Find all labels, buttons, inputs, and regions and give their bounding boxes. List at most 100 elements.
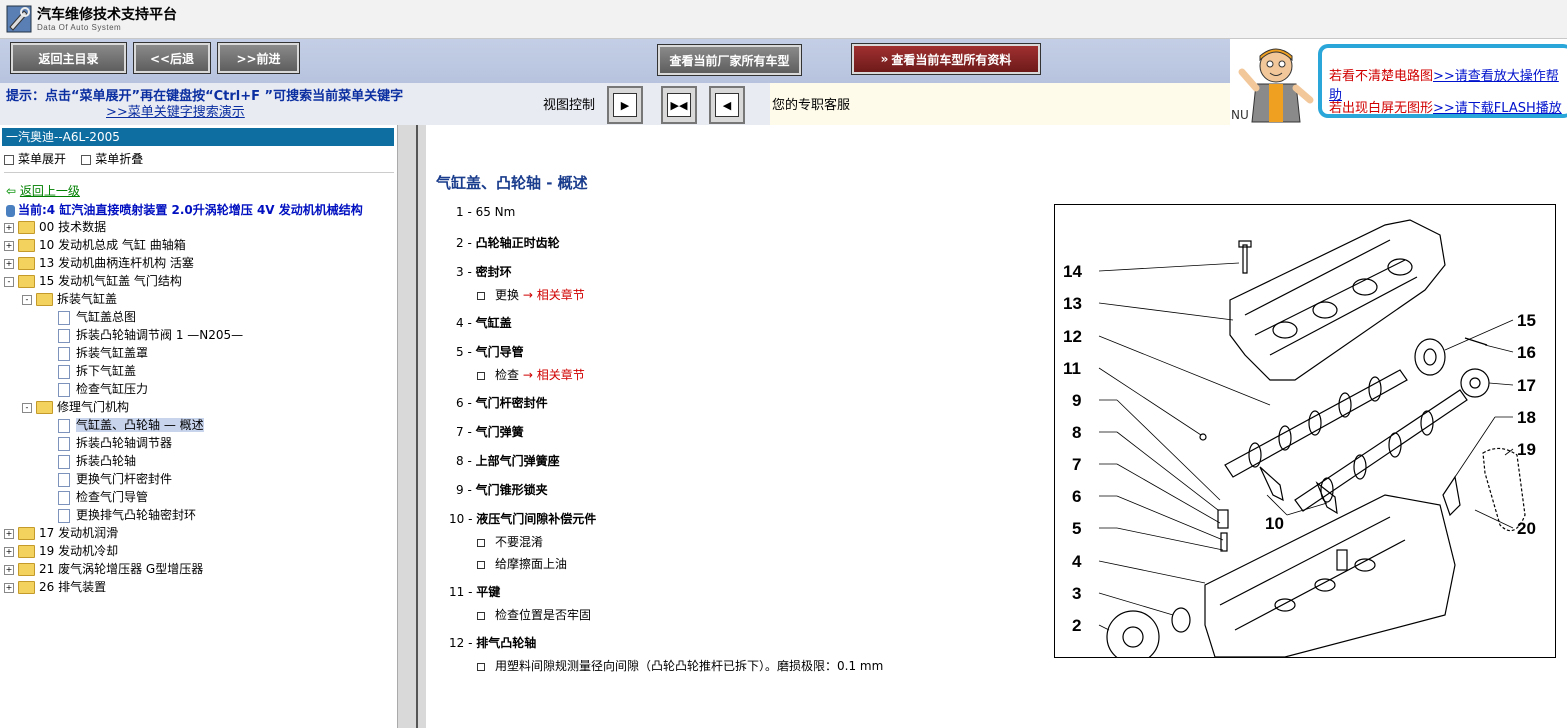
tree-item[interactable]: 检查气缸压力 (40, 380, 148, 398)
tree-item[interactable]: 更换气门杆密封件 (40, 470, 172, 488)
part-number: 10 - (449, 512, 477, 526)
part-item: 1 - 65 Nm (456, 205, 515, 219)
folder-icon (18, 563, 35, 576)
app-title: 汽车维修技术支持平台 (37, 7, 177, 23)
tree-folder[interactable]: +13 发动机曲柄连杆机构 活塞 (4, 254, 194, 272)
callout-4: 4 (1072, 552, 1082, 571)
flash-download-link[interactable]: >>请下载FLASH播放 (1433, 101, 1562, 116)
collapse-toggle-icon[interactable]: - (22, 294, 32, 305)
folder-icon (36, 401, 53, 414)
part-item: 7 - 气门弹簧 (456, 423, 524, 440)
tree-folder[interactable]: - 拆装气缸盖 (22, 290, 117, 308)
help-flash-text: 若出现白屏无图形 (1329, 101, 1434, 116)
related-chapter-link[interactable]: → 相关章节 (523, 288, 585, 302)
collapse-menu-button[interactable]: 菜单折叠 (81, 152, 143, 166)
callout-10: 10 (1265, 514, 1284, 533)
part-item: 10 - 液压气门间隙补偿元件 (449, 510, 596, 527)
callout-9: 9 (1072, 391, 1081, 410)
note-text: 检查位置是否牢固 (495, 608, 592, 622)
expand-toggle-icon[interactable]: + (4, 582, 14, 593)
tree-tools: 菜单展开 菜单折叠 (4, 150, 143, 167)
collapse-toggle-icon[interactable]: - (22, 402, 32, 413)
expand-toggle-icon[interactable]: + (4, 240, 14, 251)
pane-splitter[interactable] (397, 125, 426, 728)
callout-15: 15 (1517, 311, 1536, 330)
part-number: 12 - (449, 636, 477, 650)
tree-label: 10 发动机总成 气缸 曲轴箱 (39, 238, 186, 252)
part-note: 不要混淆 (477, 533, 543, 550)
tree-folder[interactable]: - 修理气门机构 (22, 398, 129, 416)
collapse-toggle-icon[interactable]: - (4, 276, 14, 287)
tree-item[interactable]: 气缸盖、凸轮轴 — 概述 (40, 416, 204, 434)
collapse-label: 菜单折叠 (95, 152, 144, 166)
tree-folder[interactable]: +17 发动机润滑 (4, 524, 118, 542)
tree-folder[interactable]: - 15 发动机气缸盖 气门结构 (4, 272, 182, 290)
app-subtitle: Data Of Auto System (37, 23, 122, 32)
tree-header: 一汽奥迪--A6L-2005 (2, 128, 394, 146)
document-icon (58, 328, 70, 343)
view-expand-right-button[interactable]: ▶ (607, 86, 643, 124)
home-button[interactable]: 返回主目录 (10, 42, 127, 74)
part-number: 4 - (456, 316, 476, 330)
expand-toggle-icon[interactable]: + (4, 564, 14, 575)
tree-item[interactable]: 拆装凸轮轴调节器 (40, 434, 172, 452)
callout-16: 16 (1517, 343, 1536, 362)
view-split-button[interactable]: ▶◀ (661, 86, 697, 124)
tree-item[interactable]: 拆下气缸盖 (40, 362, 136, 380)
search-demo-link[interactable]: >>菜单关键字搜索演示 (106, 101, 245, 120)
part-item: 8 - 上部气门弹簧座 (456, 452, 560, 469)
expand-toggle-icon[interactable]: + (4, 528, 14, 539)
bullet-square-icon (477, 560, 485, 569)
document-icon (58, 346, 70, 361)
all-docs-button[interactable]: » 查看当前车型所有资料 (851, 43, 1041, 75)
tree-label: 26 排气装置 (39, 580, 107, 594)
expand-toggle-icon[interactable]: + (4, 546, 14, 557)
tree-label: 拆装凸轮轴调节器 (76, 436, 173, 450)
callout-11: 11 (1063, 359, 1081, 378)
tree-item[interactable]: 更换排气凸轮轴密封环 (40, 506, 196, 524)
expand-menu-button[interactable]: 菜单展开 (4, 152, 66, 166)
folder-icon (18, 221, 35, 234)
cylinder-head-drawing: 14 13 12 11 9 8 7 6 5 4 3 2 15 16 17 18 19 20 10 (1063, 219, 1536, 657)
part-note: 检查位置是否牢固 (477, 606, 591, 623)
bullet-square-icon (477, 291, 485, 300)
forward-button[interactable]: >>前进 (217, 42, 300, 74)
part-item: 3 - 密封环 (456, 263, 512, 280)
tree-item[interactable]: 拆装气缸盖罩 (40, 344, 148, 362)
callout-12: 12 (1063, 327, 1082, 346)
part-item: 4 - 气缸盖 (456, 314, 512, 331)
expand-toggle-icon[interactable]: + (4, 258, 14, 269)
bullet-square-icon (477, 662, 485, 671)
note-text: 更换 (495, 288, 523, 302)
tree-folder[interactable]: +00 技术数据 (4, 218, 106, 236)
tree-item[interactable]: 气缸盖总图 (40, 308, 136, 326)
tree-item[interactable]: 拆装凸轮轴 (40, 452, 136, 470)
note-text: 不要混淆 (495, 535, 544, 549)
related-chapter-link[interactable]: → 相关章节 (523, 368, 585, 382)
tree-folder[interactable]: +19 发动机冷却 (4, 542, 118, 560)
tree-item[interactable]: 检查气门导管 (40, 488, 148, 506)
callout-8: 8 (1072, 423, 1081, 442)
part-number: 8 - (456, 454, 476, 468)
note-text: 用塑料间隙规测量径向间隙（凸轮凸轮推杆已拆下）。磨损极限：0.1 mm (495, 659, 884, 673)
tree-label: 气缸盖总图 (76, 310, 137, 324)
folder-icon (18, 257, 35, 270)
part-item: 2 - 凸轮轴正时齿轮 (456, 234, 560, 251)
note-text: 给摩擦面上油 (495, 557, 568, 571)
part-label: 上部气门弹簧座 (475, 454, 560, 468)
tree-folder[interactable]: +21 废气涡轮增压器 G型增压器 (4, 560, 203, 578)
callout-18: 18 (1517, 408, 1536, 427)
expand-toggle-icon[interactable]: + (4, 222, 14, 233)
back-button[interactable]: <<后退 (133, 42, 211, 74)
part-number: 11 - (449, 585, 477, 599)
part-number: 2 - (456, 236, 476, 250)
back-up-link[interactable]: ⇦ 返回上一级 (6, 182, 80, 199)
exploded-diagram: 14 13 12 11 9 8 7 6 5 4 3 2 15 16 17 18 19 20 10 (1054, 204, 1556, 658)
tree-folder[interactable]: +26 排气装置 (4, 578, 106, 596)
tree-item[interactable]: 拆装凸轮轴调节阀 1 —N205— (40, 326, 243, 344)
tree-folder[interactable]: +10 发动机总成 气缸 曲轴箱 (4, 236, 186, 254)
view-expand-left-button[interactable]: ◀ (709, 86, 745, 124)
callout-13: 13 (1063, 294, 1082, 313)
all-models-button[interactable]: 查看当前厂家所有车型 (657, 44, 802, 76)
part-label: 排气凸轮轴 (476, 636, 537, 650)
